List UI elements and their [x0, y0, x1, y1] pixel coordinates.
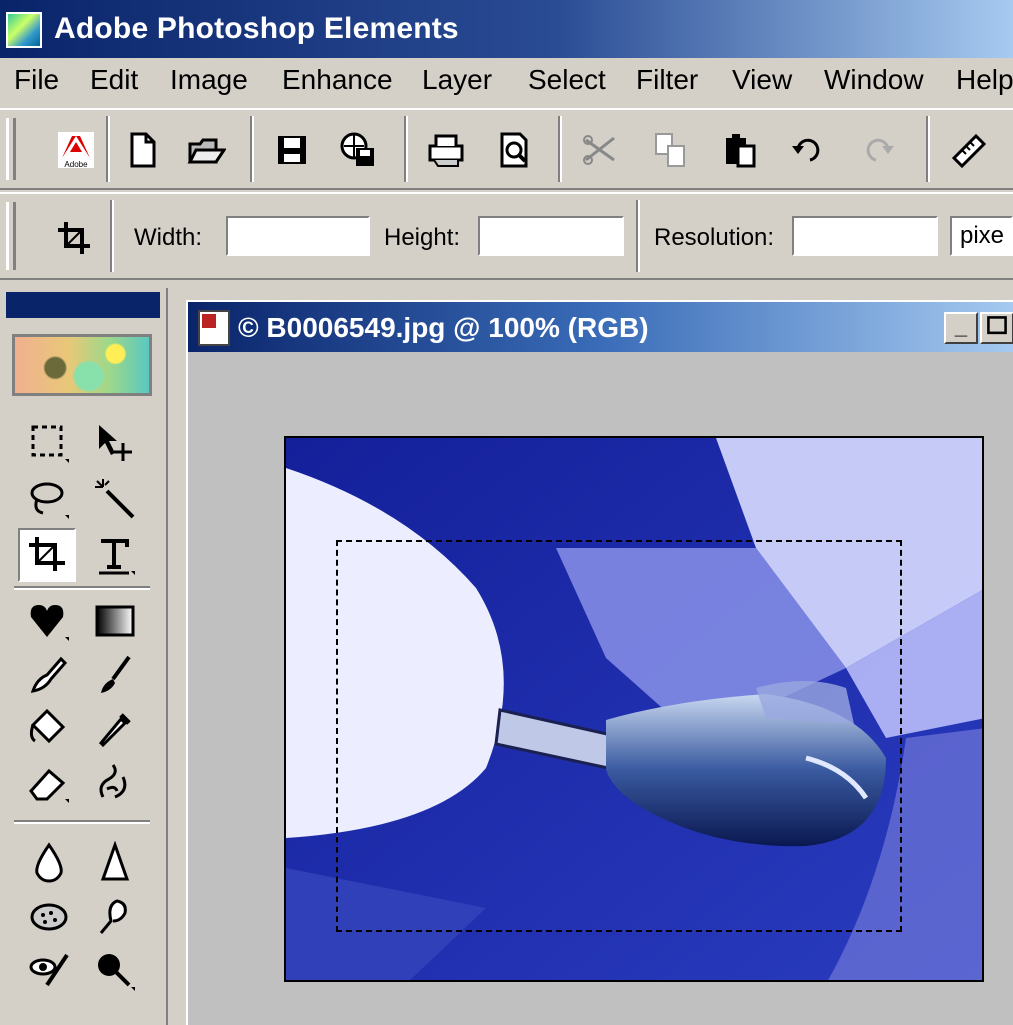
shape-tool-icon[interactable] [20, 594, 78, 648]
adobe-logo-icon[interactable]: Adobe [50, 124, 102, 176]
menu-enhance[interactable]: Enhance [282, 64, 393, 96]
toolbar-separator [404, 116, 408, 182]
paint-bucket-tool-icon[interactable] [20, 702, 78, 756]
toolbar-separator [636, 200, 640, 272]
ruler-icon[interactable] [942, 124, 994, 176]
resolution-input[interactable] [792, 216, 938, 256]
save-icon[interactable] [266, 124, 318, 176]
toolbar-separator [106, 116, 110, 182]
toolbar-separator [558, 116, 562, 182]
cut-icon[interactable] [574, 124, 626, 176]
toolbar-separator [110, 200, 114, 272]
menu-filter[interactable]: Filter [636, 64, 698, 96]
menu-view[interactable]: View [732, 64, 792, 96]
undo-icon[interactable] [782, 124, 834, 176]
toolbar-separator [926, 116, 930, 182]
options-bar-grip[interactable] [6, 202, 16, 270]
sponge-tool-icon[interactable] [20, 890, 78, 944]
crop-tool-icon[interactable] [18, 528, 76, 582]
width-label: Width: [134, 224, 203, 251]
height-input[interactable] [478, 216, 624, 256]
menu-image[interactable]: Image [170, 64, 248, 96]
menu-select[interactable]: Select [528, 64, 606, 96]
brush-tool-icon[interactable] [86, 648, 144, 702]
redo-icon[interactable] [852, 124, 904, 176]
crop-tool-icon[interactable] [48, 212, 100, 264]
maximize-button[interactable] [980, 312, 1013, 344]
menu-help[interactable]: Help [956, 64, 1013, 96]
selection-brush-tool-icon[interactable] [86, 944, 144, 998]
width-input[interactable] [226, 216, 370, 256]
pattern-stamp-tool-icon[interactable] [86, 756, 144, 810]
photo-image [286, 438, 982, 980]
menu-edit[interactable]: Edit [90, 64, 138, 96]
menu-file[interactable]: File [14, 64, 59, 96]
blur-tool-icon[interactable] [20, 836, 78, 890]
sharpen-tool-icon[interactable] [86, 836, 144, 890]
image-canvas[interactable] [284, 436, 984, 982]
smudge-tool-icon[interactable] [86, 890, 144, 944]
app-title-bar: Adobe Photoshop Elements [0, 0, 1013, 58]
open-folder-icon[interactable] [180, 124, 232, 176]
print-preview-icon[interactable] [488, 124, 540, 176]
lasso-tool-icon[interactable] [20, 472, 78, 526]
eyedropper-tool-icon[interactable] [86, 702, 144, 756]
toolbox-title-bar[interactable] [6, 292, 160, 318]
height-label: Height: [384, 224, 461, 251]
move-tool-icon[interactable] [86, 416, 144, 470]
menu-bar: File Edit Image Enhance Layer Select Fil… [0, 58, 1013, 106]
gradient-tool-icon[interactable] [86, 594, 144, 648]
red-eye-brush-tool-icon[interactable] [20, 944, 78, 998]
magic-wand-tool-icon[interactable] [86, 472, 144, 526]
toolbox-logo-image[interactable] [12, 334, 152, 396]
toolbar-grip[interactable] [6, 118, 16, 180]
document-title: © B0006549.jpg @ 100% (RGB) [238, 312, 649, 343]
document-icon[interactable] [198, 310, 230, 346]
paste-icon[interactable] [714, 124, 766, 176]
resolution-units-select[interactable]: pixe [950, 216, 1013, 256]
toolbox [0, 288, 168, 1025]
menu-window[interactable]: Window [824, 64, 924, 96]
maximize-icon [987, 316, 1007, 335]
new-file-icon[interactable] [116, 124, 168, 176]
print-icon[interactable] [420, 124, 472, 176]
standard-toolbar: Adobe [0, 108, 1013, 190]
toolbar-separator [250, 116, 254, 182]
type-tool-icon[interactable] [86, 528, 144, 582]
save-for-web-icon[interactable] [332, 124, 384, 176]
svg-text:Adobe: Adobe [64, 160, 88, 169]
photoshop-elements-icon[interactable] [6, 12, 42, 48]
options-bar: Width: Height: Resolution: pixe [0, 192, 1013, 280]
toolbox-separator [14, 586, 150, 590]
resolution-label: Resolution: [654, 224, 775, 251]
eraser-tool-icon[interactable] [20, 756, 78, 810]
pencil-brush-tool-icon[interactable] [20, 648, 78, 702]
app-title: Adobe Photoshop Elements [54, 12, 459, 45]
toolbox-separator [14, 820, 150, 824]
minimize-button[interactable]: _ [944, 312, 978, 344]
document-title-bar[interactable]: © B0006549.jpg @ 100% (RGB) _ [188, 302, 1013, 352]
marquee-tool-icon[interactable] [20, 416, 78, 470]
menu-layer[interactable]: Layer [422, 64, 492, 96]
copy-icon[interactable] [644, 124, 696, 176]
